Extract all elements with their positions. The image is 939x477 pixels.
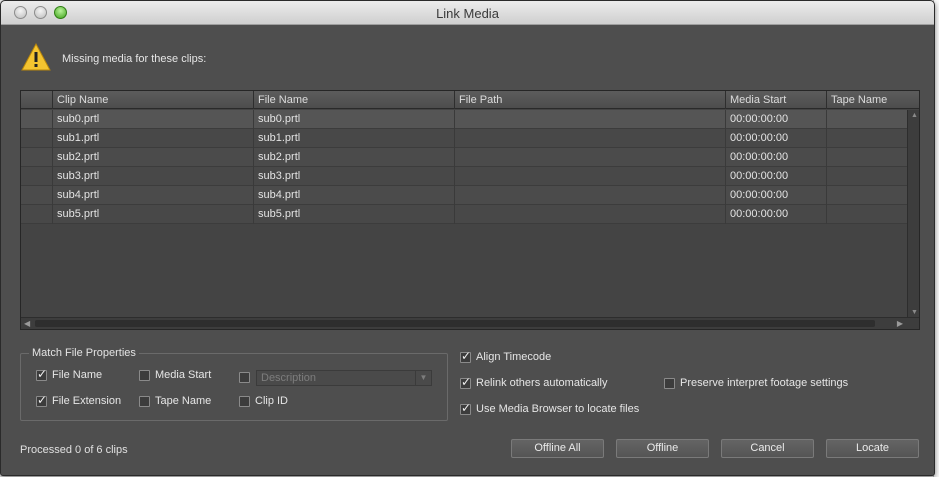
tape-name-label: Tape Name [155, 395, 212, 407]
warning-icon [21, 42, 51, 71]
row-margin-cell [21, 167, 52, 186]
clip-name-cell: sub1.prtl [52, 129, 253, 148]
checkmark-icon: ✓ [461, 349, 472, 363]
file-extension-checkbox[interactable]: ✓ [36, 393, 48, 407]
preserve-interpret-footage-checkbox[interactable] [664, 378, 675, 389]
column-header-tape-name[interactable]: Tape Name [826, 91, 921, 109]
link-media-dialog: Link Media Missing media for these clips… [0, 0, 935, 476]
column-header-clip-name[interactable]: Clip Name [52, 91, 253, 109]
tape-name-cell [826, 110, 908, 129]
tape-name-cell [826, 129, 908, 148]
locate-button[interactable]: Locate [826, 439, 919, 458]
description-checkbox[interactable] [239, 372, 250, 383]
table-row[interactable]: sub2.prtl sub2.prtl 00:00:00:00 [21, 148, 908, 167]
file-path-cell [454, 205, 725, 224]
horizontal-scroll-thumb[interactable] [35, 320, 875, 327]
scroll-up-icon[interactable]: ▲ [911, 112, 918, 119]
checkmark-icon: ✓ [37, 393, 48, 407]
tape-name-cell [826, 167, 908, 186]
file-name-cell: sub5.prtl [253, 205, 454, 224]
missing-media-message: Missing media for these clips: [62, 53, 207, 65]
row-margin-cell [21, 205, 52, 224]
table-row[interactable]: sub3.prtl sub3.prtl 00:00:00:00 [21, 167, 908, 186]
tape-name-cell [826, 186, 908, 205]
file-name-checkbox[interactable]: ✓ [36, 367, 48, 381]
column-header-file-path[interactable]: File Path [454, 91, 725, 109]
row-margin-cell [21, 110, 52, 129]
column-header-media-start[interactable]: Media Start [725, 91, 826, 109]
media-start-cell: 00:00:00:00 [725, 129, 826, 148]
title-bar: Link Media [1, 1, 934, 25]
use-media-browser-checkbox[interactable]: ✓ [460, 401, 472, 415]
clip-name-cell: sub0.prtl [52, 110, 253, 129]
clip-name-cell: sub4.prtl [52, 186, 253, 205]
file-path-cell [454, 110, 725, 129]
table-row[interactable]: sub0.prtl sub0.prtl 00:00:00:00 [21, 110, 908, 129]
offline-all-button[interactable]: Offline All [511, 439, 604, 458]
checkmark-icon: ✓ [461, 401, 472, 415]
preserve-interpret-footage-label: Preserve interpret footage settings [680, 377, 849, 389]
align-timecode-checkbox[interactable]: ✓ [460, 349, 472, 363]
column-header-file-name[interactable]: File Name [253, 91, 454, 109]
clips-table: Clip Name File Name File Path Media Star… [20, 90, 920, 330]
file-path-cell [454, 186, 725, 205]
row-margin-cell [21, 186, 52, 205]
clip-id-checkbox[interactable] [239, 396, 250, 407]
file-name-label: File Name [52, 369, 103, 381]
match-file-properties-group [20, 353, 448, 421]
file-name-cell: sub3.prtl [253, 167, 454, 186]
cancel-button[interactable]: Cancel [721, 439, 814, 458]
table-row[interactable]: sub1.prtl sub1.prtl 00:00:00:00 [21, 129, 908, 148]
status-text: Processed 0 of 6 clips [20, 444, 128, 456]
relink-automatically-checkbox[interactable]: ✓ [460, 375, 472, 389]
row-margin-cell [21, 148, 52, 167]
scroll-left-icon[interactable]: ◀ [24, 319, 30, 328]
horizontal-scrollbar[interactable]: ◀ ▶ [21, 317, 919, 329]
media-start-checkbox[interactable] [139, 370, 150, 381]
clip-id-label: Clip ID [255, 395, 289, 407]
clip-name-cell: sub5.prtl [52, 205, 253, 224]
relink-automatically-label: Relink others automatically [476, 377, 608, 389]
media-start-cell: 00:00:00:00 [725, 167, 826, 186]
file-name-cell: sub0.prtl [253, 110, 454, 129]
file-name-cell: sub4.prtl [253, 186, 454, 205]
media-start-cell: 00:00:00:00 [725, 186, 826, 205]
vertical-scrollbar[interactable]: ▲ ▼ [907, 110, 919, 318]
media-start-cell: 00:00:00:00 [725, 110, 826, 129]
file-path-cell [454, 167, 725, 186]
column-header-blank [21, 91, 52, 109]
window-title: Link Media [436, 6, 499, 21]
table-row[interactable]: sub4.prtl sub4.prtl 00:00:00:00 [21, 186, 908, 205]
chevron-down-icon: ▼ [415, 371, 431, 385]
description-select[interactable]: Description ▼ [256, 370, 432, 386]
file-extension-label: File Extension [52, 395, 122, 407]
table-body: sub0.prtl sub0.prtl 00:00:00:00 sub1.prt… [21, 110, 908, 224]
file-path-cell [454, 129, 725, 148]
media-start-cell: 00:00:00:00 [725, 148, 826, 167]
offline-button[interactable]: Offline [616, 439, 709, 458]
scroll-down-icon[interactable]: ▼ [911, 309, 918, 316]
file-name-cell: sub2.prtl [253, 148, 454, 167]
file-path-cell [454, 148, 725, 167]
scroll-right-icon[interactable]: ▶ [897, 319, 903, 328]
clip-name-cell: sub2.prtl [52, 148, 253, 167]
tape-name-checkbox[interactable] [139, 396, 150, 407]
media-start-cell: 00:00:00:00 [725, 205, 826, 224]
media-start-label: Media Start [155, 369, 212, 381]
description-select-value: Description [261, 372, 317, 384]
tape-name-cell [826, 205, 908, 224]
file-name-cell: sub1.prtl [253, 129, 454, 148]
table-row[interactable]: sub5.prtl sub5.prtl 00:00:00:00 [21, 205, 908, 224]
use-media-browser-label: Use Media Browser to locate files [476, 403, 640, 415]
checkmark-icon: ✓ [37, 367, 48, 381]
checkmark-icon: ✓ [461, 375, 472, 389]
clip-name-cell: sub3.prtl [52, 167, 253, 186]
row-margin-cell [21, 129, 52, 148]
table-header: Clip Name File Name File Path Media Star… [21, 91, 919, 109]
tape-name-cell [826, 148, 908, 167]
align-timecode-label: Align Timecode [476, 351, 552, 363]
match-file-properties-title: Match File Properties [29, 347, 139, 359]
